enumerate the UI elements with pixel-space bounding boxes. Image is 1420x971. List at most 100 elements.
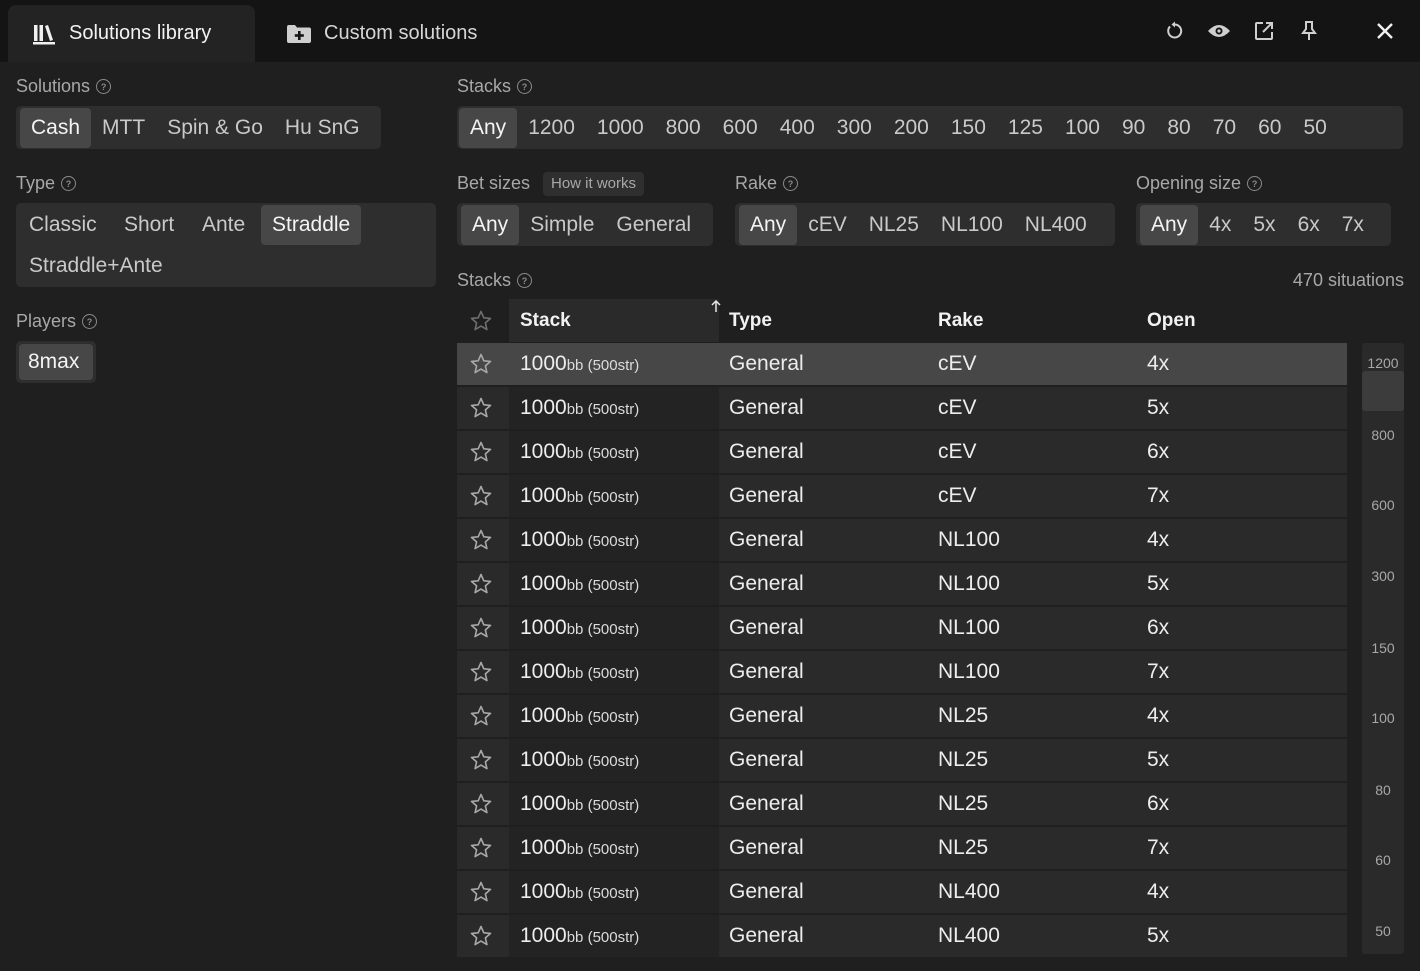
column-rake[interactable]: Rake [938,299,983,342]
label-text: Opening size [1136,173,1242,193]
stack-straddle: (500str) [587,401,640,418]
star-icon[interactable] [469,352,493,376]
table-row[interactable]: 1000bb (500str) General NL400 4x [457,871,1347,913]
star-icon[interactable] [469,704,493,728]
help-icon[interactable]: ? [1247,176,1263,191]
open-option-6x[interactable]: 6x [1287,205,1331,245]
option-cash[interactable]: Cash [20,107,92,148]
star-icon[interactable] [469,792,493,816]
stack-scrollbar[interactable]: 1200 800 600 300 150 100 80 60 50 [1362,343,1404,954]
stack-value: 1000 [520,396,567,419]
scroll-tick: 300 [1371,568,1395,584]
rake-cell: NL100 [938,528,1000,551]
eye-icon[interactable] [1206,18,1232,44]
refresh-icon[interactable] [1162,18,1188,44]
table-row[interactable]: 1000bb (500str) General cEV 4x [457,343,1347,385]
stack-option-90[interactable]: 90 [1111,108,1156,148]
option-hu-sng[interactable]: Hu SnG [274,108,371,148]
help-icon[interactable]: ? [517,273,533,288]
star-icon[interactable] [469,660,493,684]
option-straddle-ante[interactable]: Straddle+Ante [18,246,174,286]
rake-option-cev[interactable]: cEV [797,205,858,245]
star-icon[interactable] [469,309,493,333]
column-open[interactable]: Open [1147,299,1196,342]
open-cell: 6x [1147,792,1170,815]
open-option-7x[interactable]: 7x [1331,205,1375,245]
option-classic[interactable]: Classic [18,205,108,245]
table-row[interactable]: 1000bb (500str) General NL25 6x [457,783,1347,825]
table-row[interactable]: 1000bb (500str) General NL100 7x [457,651,1347,693]
option-mtt[interactable]: MTT [91,108,156,148]
star-icon[interactable] [469,440,493,464]
stack-option-800[interactable]: 800 [655,108,712,148]
star-icon[interactable] [469,484,493,508]
table-row[interactable]: 1000bb (500str) General cEV 5x [457,387,1347,429]
tab-custom-solutions[interactable]: Custom solutions [286,5,477,62]
star-icon[interactable] [469,396,493,420]
stack-option-70[interactable]: 70 [1202,108,1247,148]
option-ante[interactable]: Ante [191,205,256,245]
type-cell: General [729,484,804,507]
stack-option-any[interactable]: Any [459,107,518,148]
stack-value: 1000 [520,792,567,815]
stack-option-1200[interactable]: 1200 [517,108,586,148]
open-option-4x[interactable]: 4x [1198,205,1242,245]
external-link-icon[interactable] [1251,18,1277,44]
option-short[interactable]: Short [113,205,185,245]
table-row[interactable]: 1000bb (500str) General cEV 6x [457,431,1347,473]
stack-option-60[interactable]: 60 [1247,108,1292,148]
table-row[interactable]: 1000bb (500str) General NL100 5x [457,563,1347,605]
help-icon[interactable]: ? [61,176,77,191]
star-icon[interactable] [469,924,493,948]
table-row[interactable]: 1000bb (500str) General NL25 4x [457,695,1347,737]
open-option-5x[interactable]: 5x [1242,205,1286,245]
help-icon[interactable]: ? [517,79,533,94]
column-type[interactable]: Type [729,299,772,342]
help-icon[interactable]: ? [82,314,98,329]
star-icon[interactable] [469,528,493,552]
table-row[interactable]: 1000bb (500str) General NL100 6x [457,607,1347,649]
stack-option-80[interactable]: 80 [1156,108,1201,148]
bet-option-simple[interactable]: Simple [519,205,605,245]
tab-solutions-library[interactable]: Solutions library [8,5,255,62]
stack-option-400[interactable]: 400 [769,108,826,148]
label-text: Stacks [457,270,512,290]
bet-option-general[interactable]: General [605,205,702,245]
how-it-works-button[interactable]: How it works [543,172,645,196]
pin-icon[interactable] [1296,18,1322,44]
stack-option-50[interactable]: 50 [1292,108,1337,148]
help-icon[interactable]: ? [783,176,799,191]
stack-option-600[interactable]: 600 [712,108,769,148]
table-row[interactable]: 1000bb (500str) General NL400 5x [457,915,1347,957]
rake-option-nl400[interactable]: NL400 [1014,205,1098,245]
stack-option-125[interactable]: 125 [997,108,1054,148]
stack-value: 1000 [520,660,567,683]
rake-option-nl100[interactable]: NL100 [930,205,1014,245]
scrollbar-thumb[interactable] [1362,371,1404,411]
star-icon[interactable] [469,836,493,860]
bet-option-any[interactable]: Any [461,204,520,245]
stack-option-1000[interactable]: 1000 [586,108,655,148]
stack-option-300[interactable]: 300 [826,108,883,148]
stack-option-100[interactable]: 100 [1054,108,1111,148]
stack-option-200[interactable]: 200 [883,108,940,148]
star-icon[interactable] [469,572,493,596]
rake-option-any[interactable]: Any [739,204,798,245]
rake-option-nl25[interactable]: NL25 [858,205,930,245]
option-spin-go[interactable]: Spin & Go [156,108,274,148]
open-option-any[interactable]: Any [1140,204,1199,245]
option-straddle[interactable]: Straddle [261,205,362,245]
star-icon[interactable] [469,616,493,640]
table-row[interactable]: 1000bb (500str) General NL25 5x [457,739,1347,781]
stack-cell: 1000bb (500str) [520,695,639,737]
close-icon[interactable] [1372,18,1398,44]
stack-option-150[interactable]: 150 [940,108,997,148]
star-icon[interactable] [469,748,493,772]
table-row[interactable]: 1000bb (500str) General NL100 4x [457,519,1347,561]
table-row[interactable]: 1000bb (500str) General cEV 7x [457,475,1347,517]
help-icon[interactable]: ? [96,79,112,94]
column-stack[interactable]: Stack [509,299,719,342]
option-8max[interactable]: 8max [19,344,93,380]
table-row[interactable]: 1000bb (500str) General NL25 7x [457,827,1347,869]
star-icon[interactable] [469,880,493,904]
